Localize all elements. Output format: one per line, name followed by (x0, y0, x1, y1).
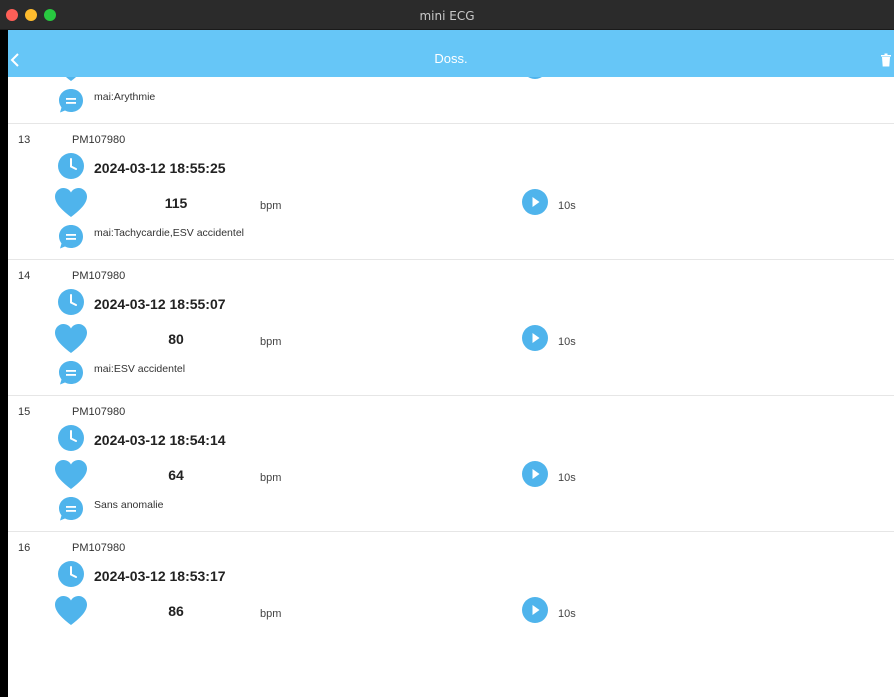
window-titlebar: mini ECG (0, 0, 894, 30)
clock-icon (58, 425, 84, 451)
record-datetime: 2024-03-12 18:53:17 (94, 568, 226, 584)
record-index: 16 (18, 542, 31, 554)
app-content: Doss. 98 bpm 10s mai:Arythmie 13 PM10 (8, 30, 894, 697)
message-icon (59, 361, 83, 385)
clock-icon (58, 153, 84, 179)
page-title: Doss. (434, 51, 468, 66)
window-title: mini ECG (419, 9, 475, 23)
record-list[interactable]: 98 bpm 10s mai:Arythmie 13 PM107980 2024… (8, 77, 894, 644)
record-datetime: 2024-03-12 18:55:25 (94, 160, 226, 176)
record-duration: 10s (558, 200, 576, 212)
heart-icon (55, 460, 87, 489)
record-row[interactable]: 14 PM107980 2024-03-12 18:55:07 80 bpm 1… (8, 260, 894, 396)
play-button[interactable] (522, 189, 548, 215)
record-duration: 10s (558, 472, 576, 484)
message-icon (59, 225, 83, 249)
heart-icon (55, 596, 87, 625)
trash-icon (881, 53, 891, 67)
record-heart-rate: 80 (168, 331, 184, 347)
record-heart-rate-unit: bpm (260, 608, 282, 620)
record-row[interactable]: 16 PM107980 2024-03-12 18:53:17 86 bpm 1… (8, 532, 894, 644)
record-row[interactable]: 15 PM107980 2024-03-12 18:54:14 64 bpm 1… (8, 396, 894, 532)
record-heart-rate-unit: bpm (260, 336, 282, 348)
record-datetime: 2024-03-12 18:54:14 (94, 432, 226, 448)
record-heart-rate: 115 (164, 195, 188, 211)
play-button[interactable] (522, 461, 548, 487)
record-index: 14 (18, 270, 31, 282)
record-heart-rate-unit: bpm (260, 200, 282, 212)
play-button[interactable] (522, 597, 548, 623)
record-duration: 10s (558, 608, 576, 620)
record-patient-id: PM107980 (72, 270, 126, 282)
heart-icon (55, 188, 87, 217)
play-button[interactable] (522, 325, 548, 351)
delete-button[interactable] (880, 53, 892, 67)
record-patient-id: PM107980 (72, 406, 126, 418)
play-button[interactable] (522, 77, 548, 79)
record-diagnosis-note: Sans anomalie (94, 499, 164, 511)
record-patient-id: PM107980 (72, 542, 126, 554)
record-row[interactable]: 13 PM107980 2024-03-12 18:55:25 115 bpm … (8, 124, 894, 260)
clock-icon (58, 561, 84, 587)
record-index: 15 (18, 406, 31, 418)
message-icon (59, 497, 83, 521)
heart-icon (55, 324, 87, 353)
record-diagnosis-note: mai:Tachycardie,ESV accidentel (94, 227, 244, 239)
record-datetime: 2024-03-12 18:55:07 (94, 296, 226, 312)
record-patient-id: PM107980 (72, 134, 126, 146)
navbar: Doss. (8, 30, 894, 77)
record-duration: 10s (558, 336, 576, 348)
record-heart-rate: 64 (168, 467, 184, 483)
clock-icon (58, 289, 84, 315)
record-heart-rate: 86 (168, 603, 184, 619)
record-diagnosis-note: mai:Arythmie (94, 91, 156, 103)
heart-icon (65, 77, 77, 81)
record-index: 13 (18, 134, 31, 146)
record-diagnosis-note: mai:ESV accidentel (94, 363, 186, 375)
message-icon (59, 89, 83, 113)
record-heart-rate-unit: bpm (260, 472, 282, 484)
record-row[interactable]: 98 bpm 10s mai:Arythmie (8, 77, 894, 124)
